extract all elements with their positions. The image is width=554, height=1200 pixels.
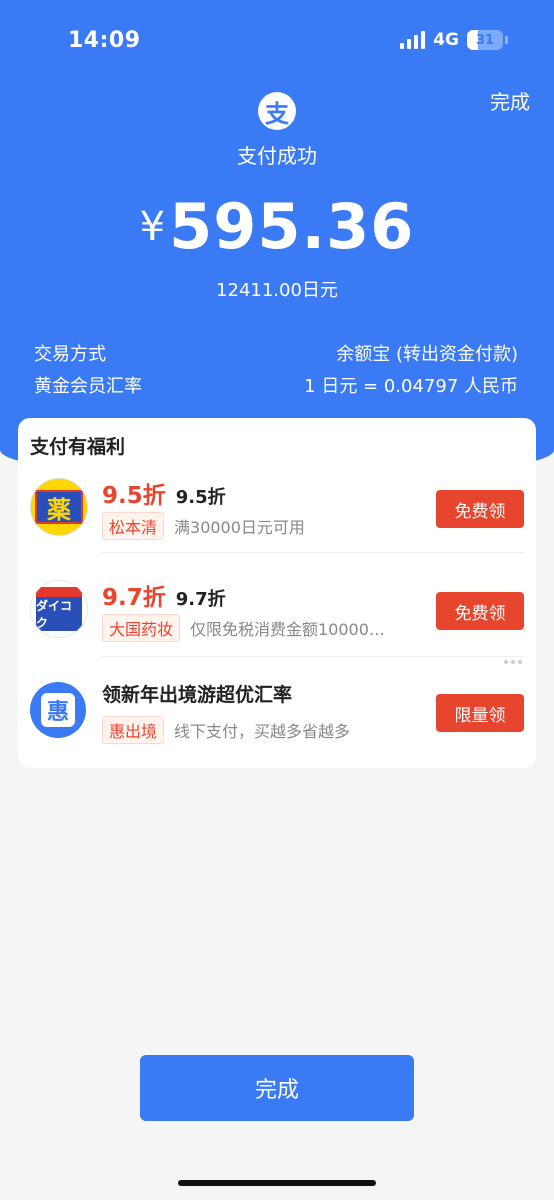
offer-subtitle: 9.7折: [175, 589, 226, 610]
offer-subtitle: 9.5折: [175, 487, 226, 508]
offer-headline: 9.7折 9.7折: [102, 578, 226, 612]
offer-discount: 9.7折: [102, 585, 166, 611]
matsumotokiyoshi-logo-mark: 薬: [35, 490, 83, 524]
claim-button-exchange-rate[interactable]: 限量领: [436, 694, 524, 732]
alipay-logo-icon: 支: [258, 92, 296, 130]
offer-description: 满30000日元可用: [174, 518, 305, 537]
merchant-tag: 松本清: [102, 512, 165, 540]
offer-item-exchange-rate[interactable]: 惠 领新年出境游超优汇率 惠出境 线下支付，买越多省越多 限量领: [18, 660, 536, 772]
hui-chujing-logo: 惠: [30, 682, 86, 738]
offer-item-daikoku[interactable]: ダイコク 9.7折 9.7折 大国药妆 仅限免税消费金额10000… 免费领: [18, 570, 536, 670]
daikoku-logo: ダイコク: [30, 580, 88, 638]
offer-title: 领新年出境游超优汇率: [102, 684, 293, 706]
payment-amount: ¥595.36: [0, 190, 554, 263]
amount-value: 595.36: [169, 190, 415, 263]
transaction-method-label: 交易方式: [34, 344, 106, 365]
battery-icon: 31: [467, 30, 503, 50]
divider: [102, 552, 524, 553]
home-indicator: [178, 1180, 376, 1186]
exchange-rate-label: 黄金会员汇率: [34, 376, 142, 397]
offer-headline: 领新年出境游超优汇率: [102, 680, 292, 707]
exchange-rate-value: 1 日元 = 0.04797 人民币: [304, 376, 518, 397]
matsumotokiyoshi-logo: 薬: [30, 478, 88, 536]
offer-item-matsumotokiyoshi[interactable]: 薬 9.5折 9.5折 松本清 满30000日元可用 免费领: [18, 468, 536, 568]
claim-button-matsumotokiyoshi[interactable]: 免费领: [436, 490, 524, 528]
merchant-tag: 惠出境: [102, 716, 165, 744]
offer-discount: 9.5折: [102, 483, 166, 509]
network-label: 4G: [433, 30, 459, 50]
foreign-amount: 12411.00日元: [216, 280, 338, 301]
daikoku-logo-mark: ダイコク: [36, 587, 82, 631]
currency-symbol: ¥: [139, 204, 166, 250]
battery-cap: [505, 36, 508, 44]
benefits-title: 支付有福利: [30, 436, 126, 458]
offer-description: 仅限免税消费金额10000…: [190, 620, 385, 639]
claim-button-daikoku[interactable]: 免费领: [436, 592, 524, 630]
battery-level: 31: [475, 32, 495, 48]
benefits-card: 支付有福利 薬 9.5折 9.5折 松本清 满30000日元可用 免费领 ダイコ…: [18, 418, 536, 768]
merchant-tag: 大国药妆: [102, 614, 181, 642]
status-indicators: 4G 31: [400, 30, 508, 50]
offer-tagline: 大国药妆 仅限免税消费金额10000…: [102, 614, 385, 642]
payment-status: 支付成功: [237, 144, 317, 168]
transaction-method-value: 余额宝 (转出资金付款): [336, 344, 518, 365]
offer-tagline: 松本清 满30000日元可用: [102, 512, 305, 540]
done-button[interactable]: 完成: [140, 1055, 414, 1121]
transaction-method-row: 交易方式 余额宝 (转出资金付款): [34, 340, 518, 366]
more-options-icon[interactable]: [504, 660, 522, 664]
status-time: 14:09: [68, 28, 141, 53]
signal-icon: [400, 31, 426, 49]
offer-tagline: 惠出境 线下支付，买越多省越多: [102, 716, 350, 744]
exchange-rate-row: 黄金会员汇率 1 日元 = 0.04797 人民币: [34, 372, 518, 398]
done-button-top[interactable]: 完成: [490, 86, 530, 115]
divider: [102, 656, 524, 657]
hui-chujing-logo-mark: 惠: [41, 693, 75, 727]
offer-description: 线下支付，买越多省越多: [174, 722, 351, 741]
offer-headline: 9.5折 9.5折: [102, 476, 226, 510]
